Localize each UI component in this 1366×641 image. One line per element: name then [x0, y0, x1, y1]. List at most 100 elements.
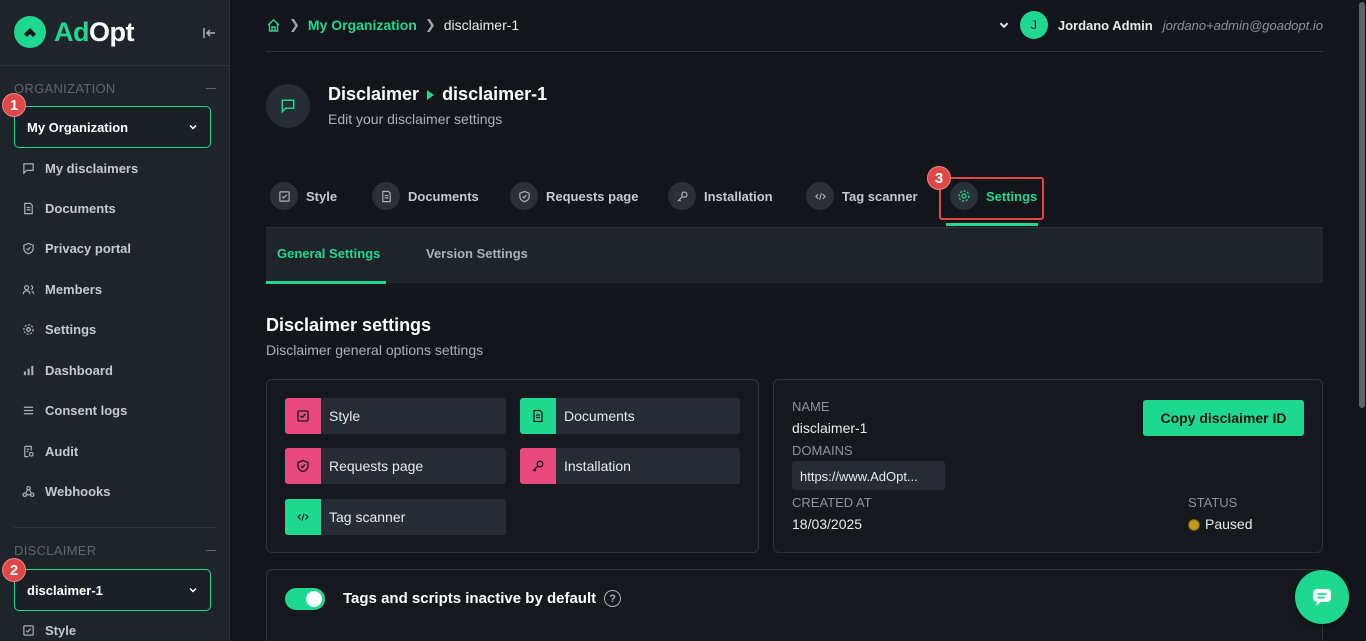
shortcut-installation[interactable]: Installation: [520, 448, 740, 484]
shortcut-requests-page[interactable]: Requests page: [285, 448, 506, 484]
breadcrumb-current: disclaimer-1: [443, 17, 520, 33]
chevron-right-icon: ❯: [289, 17, 300, 32]
domain-chip: https://www.AdOpt...: [792, 461, 945, 490]
page-subtitle: Edit your disclaimer settings: [328, 111, 503, 127]
tab-label: Style: [306, 188, 338, 204]
user-name: Jordano Admin: [1057, 17, 1153, 33]
key-icon: [520, 448, 556, 484]
organization-section-label: ORGANIZATION: [14, 81, 116, 96]
disclaimer-section-header[interactable]: DISCLAIMER: [14, 543, 216, 558]
disclaimer-select-value: disclaimer-1: [27, 582, 103, 598]
name-value: disclaimer-1: [792, 420, 868, 436]
shortcut-style[interactable]: Style: [285, 398, 506, 434]
tags-inactive-toggle[interactable]: [285, 588, 325, 610]
sidebar-item-privacy-portal[interactable]: Privacy portal: [22, 241, 131, 256]
shortcut-label: Style: [329, 408, 361, 424]
chat-icon: [23, 163, 34, 175]
user-menu[interactable]: J Jordano Admin jordano+admin@goadopt.io: [998, 11, 1323, 39]
help-icon[interactable]: ?: [604, 590, 622, 607]
sidebar-item-audit[interactable]: Audit: [22, 444, 78, 459]
shortcut-label: Installation: [564, 458, 631, 474]
tab-label: Documents: [408, 188, 479, 204]
sidebar-item-label: Privacy portal: [45, 241, 131, 256]
disclaimer-tabs: Style Documents Requests page Installati…: [266, 178, 1323, 226]
toggle-label-text: Tags and scripts inactive by default: [343, 590, 597, 607]
status-label: STATUS: [1188, 495, 1238, 510]
status-value: Paused: [1188, 516, 1252, 532]
shortcut-label: Tag scanner: [329, 509, 406, 525]
audit-icon: [24, 445, 34, 458]
chat-support-button[interactable]: [1295, 570, 1349, 624]
domains-label: DOMAINS: [792, 443, 853, 458]
subtab-general-settings[interactable]: General Settings: [277, 246, 380, 261]
shield-icon: [510, 182, 538, 210]
collapse-section-icon[interactable]: [206, 88, 216, 89]
shield-icon: [285, 448, 321, 484]
chevron-down-icon: [189, 587, 197, 593]
sidebar-item-label: Webhooks: [45, 484, 111, 499]
subtab-version-settings[interactable]: Version Settings: [426, 246, 528, 261]
sidebar-item-webhooks[interactable]: Webhooks: [22, 484, 111, 499]
tab-label: Requests page: [546, 188, 639, 204]
tags-inactive-label: Tags and scripts inactive by default ?: [343, 590, 622, 607]
tab-documents[interactable]: Documents: [372, 182, 479, 210]
users-icon: [22, 284, 35, 295]
shield-icon: [23, 242, 34, 255]
document-icon: [372, 182, 400, 210]
settings-tab-highlight: [939, 177, 1044, 220]
active-subtab-indicator: [266, 281, 386, 284]
sidebar-item-settings[interactable]: Settings: [22, 322, 96, 337]
sidebar-item-my-disclaimers[interactable]: My disclaimers: [22, 161, 138, 176]
sidebar-item-label: Dashboard: [45, 363, 113, 378]
section-subtitle: Disclaimer general options settings: [266, 342, 484, 358]
sidebar-item-documents[interactable]: Documents: [22, 201, 116, 216]
sidebar-divider: [0, 65, 230, 66]
created-at-value: 18/03/2025: [792, 516, 863, 532]
code-icon: [806, 182, 834, 210]
chevron-down-icon[interactable]: [998, 19, 1010, 31]
tab-tag-scanner[interactable]: Tag scanner: [806, 182, 918, 210]
chevron-right-icon: ❯: [424, 17, 436, 32]
sidebar-item-style[interactable]: Style: [22, 623, 76, 638]
sidebar-item-label: Style: [45, 623, 77, 638]
disclaimer-section-label: DISCLAIMER: [14, 543, 97, 558]
breadcrumb-organization[interactable]: My Organization: [308, 17, 417, 33]
sidebar-item-dashboard[interactable]: Dashboard: [22, 363, 113, 378]
play-arrow-icon: [427, 89, 435, 100]
bar-chart-icon: [23, 365, 34, 376]
toggle-knob: [306, 591, 322, 607]
organization-select-value: My Organization: [27, 119, 129, 135]
logo-wordmark: AdOpt: [54, 16, 135, 47]
collapse-sidebar-icon[interactable]: [200, 24, 218, 42]
shortcut-label: Documents: [564, 408, 635, 424]
sidebar-item-consent-logs[interactable]: Consent logs: [22, 403, 127, 418]
tab-label: Installation: [704, 188, 773, 204]
document-icon: [24, 202, 33, 215]
settings-subtabs: General Settings Version Settings: [266, 227, 1323, 284]
tab-installation[interactable]: Installation: [668, 182, 773, 210]
breadcrumb: ❯ My Organization ❯ disclaimer-1: [266, 17, 519, 33]
home-icon[interactable]: [266, 18, 281, 33]
disclaimer-select[interactable]: disclaimer-1: [14, 569, 211, 611]
shortcut-tag-scanner[interactable]: Tag scanner: [285, 499, 506, 535]
tab-style[interactable]: Style: [270, 182, 337, 210]
style-icon: [270, 182, 298, 210]
avatar[interactable]: J: [1019, 11, 1048, 39]
organization-section-header[interactable]: ORGANIZATION: [14, 81, 216, 96]
section-title: Disclaimer settings: [266, 315, 432, 335]
tab-requests-page[interactable]: Requests page: [510, 182, 638, 210]
shortcut-documents[interactable]: Documents: [520, 398, 740, 434]
status-paused-dot: [1188, 519, 1200, 532]
page-title-section: Disclaimer: [328, 84, 420, 104]
scrollbar-thumb[interactable]: [1359, 2, 1365, 408]
step-badge-3: 3: [927, 166, 951, 190]
document-icon: [520, 398, 556, 434]
organization-select[interactable]: My Organization: [14, 106, 211, 148]
sidebar-item-label: Settings: [45, 322, 97, 337]
page-title-disclaimer: disclaimer-1: [442, 84, 548, 104]
collapse-section-icon[interactable]: [206, 550, 216, 551]
adopt-logo[interactable]: AdOpt: [14, 16, 135, 48]
sidebar-item-members[interactable]: Members: [22, 282, 102, 297]
copy-disclaimer-id-button[interactable]: Copy disclaimer ID: [1143, 400, 1304, 436]
style-icon: [285, 398, 321, 434]
